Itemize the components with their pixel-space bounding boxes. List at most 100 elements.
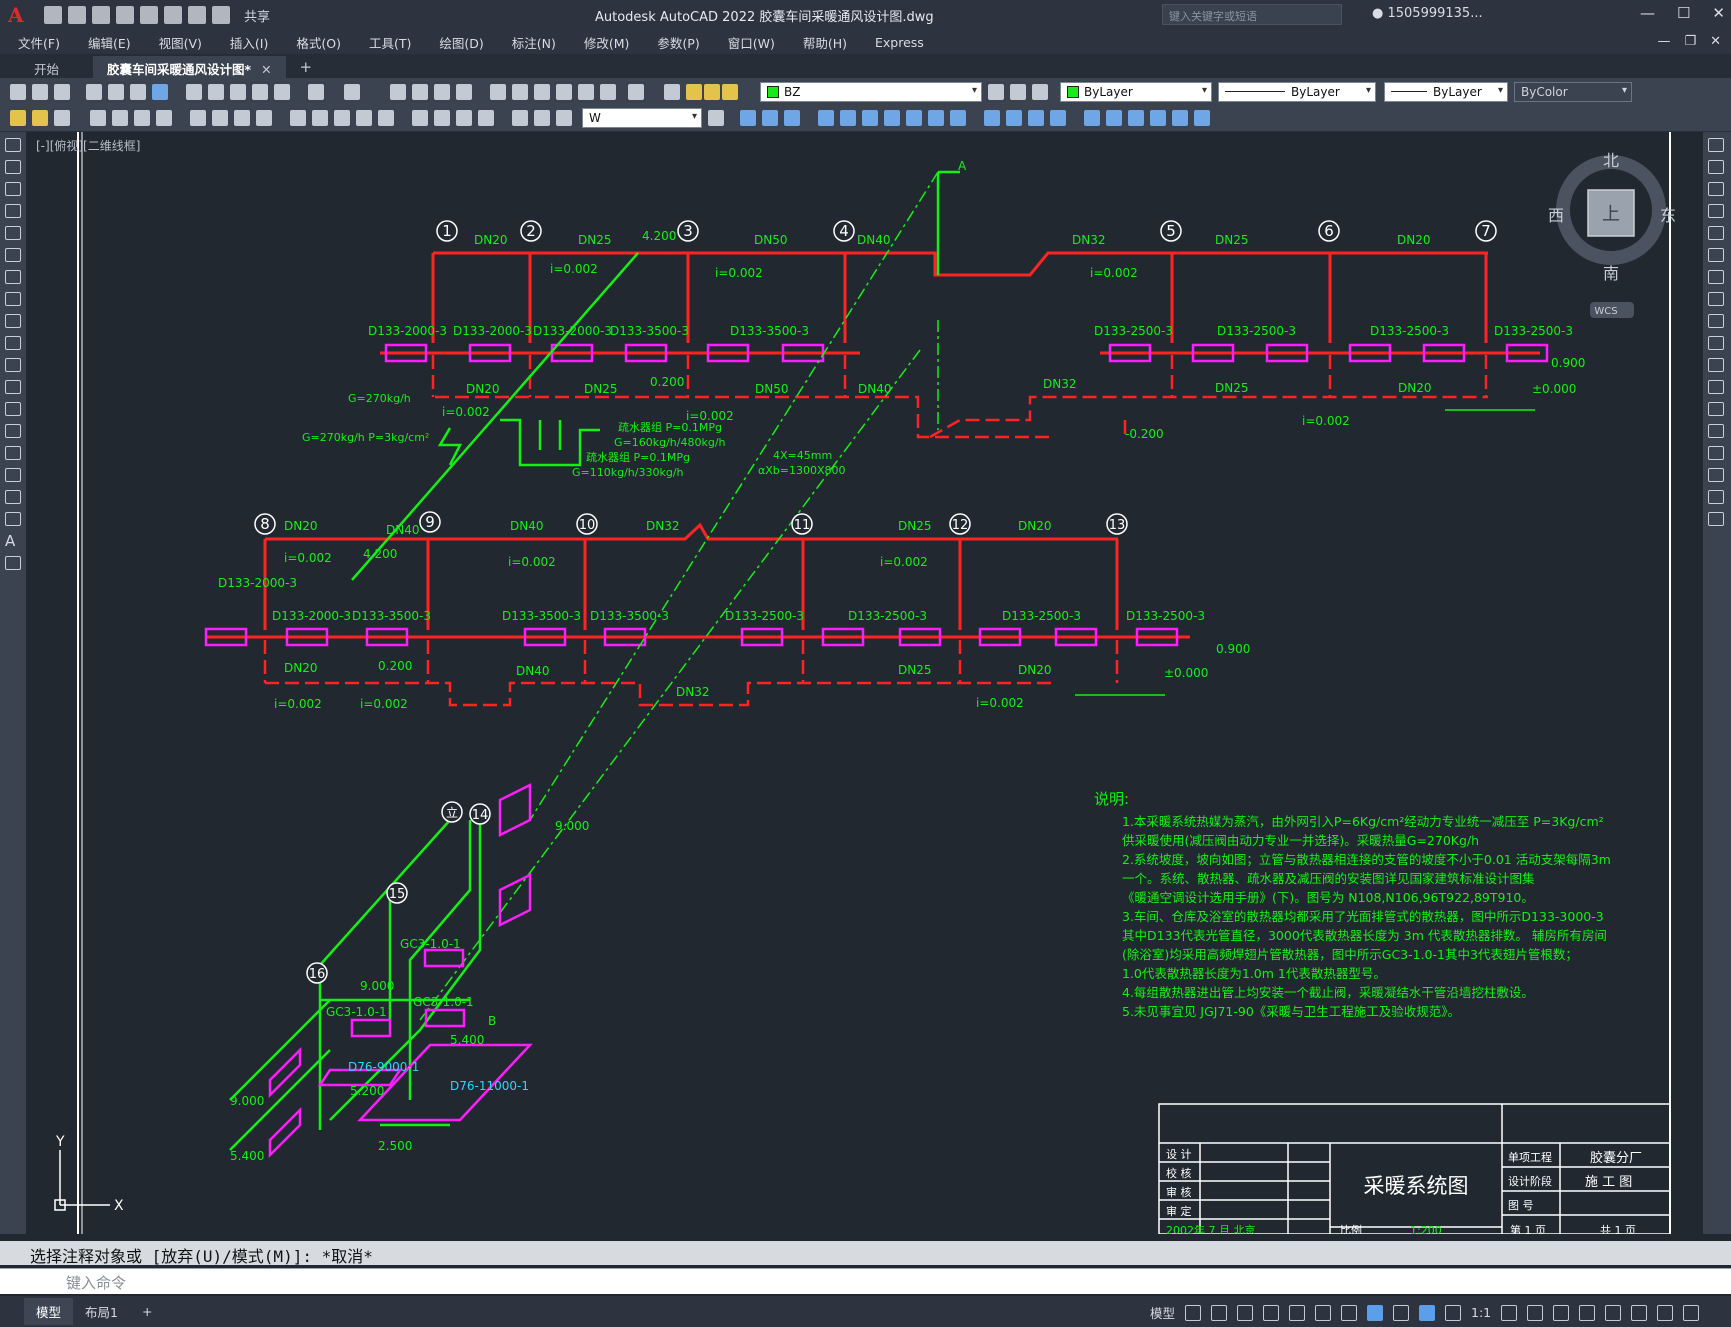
plot-icon[interactable] <box>164 6 182 24</box>
table-style-icon[interactable] <box>54 110 70 126</box>
auto-scale-icon[interactable] <box>1445 1304 1462 1321</box>
group-icon[interactable] <box>1150 110 1166 126</box>
ordinate-icon[interactable] <box>156 110 172 126</box>
polyline-icon[interactable] <box>5 182 21 196</box>
offset-tool-icon[interactable] <box>1708 204 1724 218</box>
publish-icon[interactable] <box>130 84 146 100</box>
fillet-tool-icon[interactable] <box>1708 468 1724 482</box>
array-tool-icon[interactable] <box>1708 226 1724 240</box>
add-layout-button[interactable]: + <box>130 1300 164 1323</box>
array-icon[interactable] <box>1084 110 1100 126</box>
preview-icon[interactable] <box>108 84 124 100</box>
menu-edit[interactable]: 编辑(E) <box>88 33 131 52</box>
tab-start[interactable]: 开始 <box>20 56 73 78</box>
gradient-icon[interactable] <box>5 468 21 482</box>
annotation-scale[interactable]: 1:1 <box>1471 1305 1491 1320</box>
layer-previous-icon[interactable] <box>1010 84 1026 100</box>
menu-draw[interactable]: 绘图(D) <box>439 33 483 52</box>
arc-icon[interactable] <box>5 248 21 262</box>
break-icon[interactable] <box>378 110 394 126</box>
viewcube[interactable]: 上 北 南 西 东 WCS <box>1548 151 1676 318</box>
tab-layout1[interactable]: 布局1 <box>73 1298 130 1325</box>
annotation-visibility-icon[interactable] <box>1419 1304 1436 1321</box>
menu-parametric[interactable]: 参数(P) <box>657 33 699 52</box>
insert-icon[interactable] <box>1194 110 1210 126</box>
save-file-icon[interactable] <box>54 84 70 100</box>
copy-icon[interactable] <box>208 84 224 100</box>
doc-restore-icon[interactable]: ❐ <box>1684 34 1696 49</box>
copy-tool-icon[interactable] <box>1708 160 1724 174</box>
block-editor-icon[interactable] <box>274 84 290 100</box>
ortho-icon[interactable] <box>1237 1304 1254 1321</box>
make-block-icon[interactable] <box>5 402 21 416</box>
menu-file[interactable]: 文件(F) <box>18 33 60 52</box>
scale-icon[interactable] <box>862 110 878 126</box>
annotate-scale-icon[interactable] <box>32 110 48 126</box>
menu-dimension[interactable]: 标注(N) <box>512 33 556 52</box>
tab-model[interactable]: 模型 <box>24 1298 74 1325</box>
mtext-icon[interactable]: A <box>5 534 21 549</box>
redo-icon[interactable] <box>212 6 230 24</box>
inspect-icon[interactable] <box>456 110 472 126</box>
hatch-icon[interactable] <box>5 446 21 460</box>
isolate-objects-icon[interactable] <box>1605 1304 1622 1321</box>
print-icon[interactable] <box>86 84 102 100</box>
units-icon[interactable] <box>1553 1304 1570 1321</box>
pan-icon[interactable] <box>390 84 406 100</box>
markup-icon[interactable] <box>578 84 594 100</box>
hardware-acceleration-icon[interactable] <box>1631 1304 1648 1321</box>
scale-tool-icon[interactable] <box>1708 292 1724 306</box>
autocad-logo-icon[interactable]: A <box>8 4 30 26</box>
line-icon[interactable] <box>5 138 21 152</box>
zoom-window-icon[interactable] <box>434 84 450 100</box>
tab-close-icon[interactable]: ✕ <box>261 62 271 77</box>
osnap-icon[interactable] <box>1341 1304 1358 1321</box>
doc-close-icon[interactable]: ✕ <box>1710 34 1721 49</box>
jogged-icon[interactable] <box>212 110 228 126</box>
lineweight-dropdown[interactable]: ByLayer ▾ <box>1384 82 1508 102</box>
drawing-canvas[interactable]: [-][俯视][二维线框] 1 2 3 4 5 6 7 8 9 10 11 12… <box>26 132 1703 1234</box>
maximize-icon[interactable]: ☐ <box>1677 4 1690 22</box>
angular-icon[interactable] <box>256 110 272 126</box>
match-properties-icon[interactable] <box>252 84 268 100</box>
ellipse-arc-icon[interactable] <box>5 358 21 372</box>
break-at-point-icon[interactable] <box>1708 380 1724 394</box>
menu-view[interactable]: 视图(V) <box>159 33 202 52</box>
selection-cycling-icon[interactable] <box>1367 1304 1384 1321</box>
explode-icon[interactable] <box>1050 110 1066 126</box>
stretch-tool-icon[interactable] <box>1708 314 1724 328</box>
trim-tool-icon[interactable] <box>1708 336 1724 350</box>
properties-icon[interactable] <box>490 84 506 100</box>
extend-tool-icon[interactable] <box>1708 358 1724 372</box>
rectangle-icon[interactable] <box>5 226 21 240</box>
snap-icon[interactable] <box>1211 1304 1228 1321</box>
menu-modify[interactable]: 修改(M) <box>584 33 630 52</box>
join-icon[interactable] <box>984 110 1000 126</box>
open-icon[interactable] <box>68 6 86 24</box>
web-icon[interactable] <box>140 6 158 24</box>
aligned-dim-icon[interactable] <box>112 110 128 126</box>
zoom-previous-icon[interactable] <box>456 84 472 100</box>
sheet-set-icon[interactable] <box>556 84 572 100</box>
calculator-icon[interactable] <box>600 84 616 100</box>
menu-tools[interactable]: 工具(T) <box>369 33 411 52</box>
minimize-icon[interactable]: — <box>1640 4 1655 22</box>
menu-insert[interactable]: 插入(I) <box>230 33 268 52</box>
move-tool-icon[interactable] <box>1708 248 1724 262</box>
revcloud-icon[interactable] <box>5 292 21 306</box>
color-dropdown[interactable]: ByLayer ▾ <box>1060 82 1212 102</box>
save-as-icon[interactable] <box>116 6 134 24</box>
chamfer-tool-icon[interactable] <box>1708 446 1724 460</box>
construction-line-icon[interactable] <box>5 160 21 174</box>
trim-icon[interactable] <box>906 110 922 126</box>
grid-icon[interactable] <box>1185 1304 1202 1321</box>
menu-express[interactable]: Express <box>875 35 924 50</box>
blend-tool-icon[interactable] <box>1708 490 1724 504</box>
cut-icon[interactable] <box>186 84 202 100</box>
jogged-linear-icon[interactable] <box>478 110 494 126</box>
help-icon[interactable] <box>628 84 644 100</box>
annotation-monitor-icon[interactable] <box>1527 1304 1544 1321</box>
customization-icon[interactable] <box>1683 1304 1700 1321</box>
tab-drawing[interactable]: 胶囊车间采暖通风设计图* ✕ <box>93 56 286 78</box>
layer-freeze-icon[interactable] <box>704 84 720 100</box>
